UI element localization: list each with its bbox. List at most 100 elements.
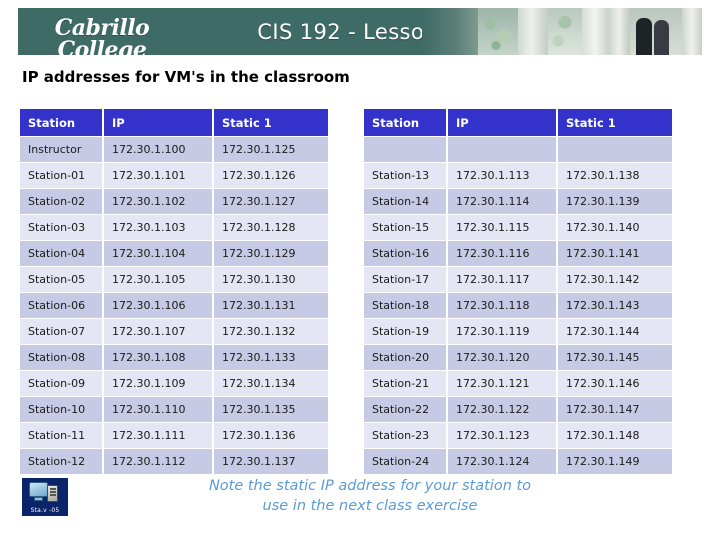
cell-station: Station-06 <box>20 293 102 318</box>
table-body-right: Station-13 172.30.1.113 172.30.1.138 Statio… <box>364 137 672 474</box>
column-header-static: Static 1 <box>558 109 672 136</box>
cell-ip: 172.30.1.122 <box>448 397 556 422</box>
table-row: Station-06 172.30.1.106 172.30.1.131 <box>20 293 328 318</box>
cell-ip: 172.30.1.105 <box>104 267 212 292</box>
cell-ip: 172.30.1.113 <box>448 163 556 188</box>
cell-static: 172.30.1.142 <box>558 267 672 292</box>
cell-station: Station-05 <box>20 267 102 292</box>
cell-ip: 172.30.1.115 <box>448 215 556 240</box>
banner-photo-collage <box>422 8 702 55</box>
cell-ip: 172.30.1.100 <box>104 137 212 162</box>
table-row: Station-02 172.30.1.102 172.30.1.127 <box>20 189 328 214</box>
cell-station: Station-14 <box>364 189 446 214</box>
column-header-station: Station <box>364 109 446 136</box>
table-head-right: Station IP Static 1 <box>364 109 672 136</box>
cell-static: 172.30.1.132 <box>214 319 328 344</box>
table-row: Station-08 172.30.1.108 172.30.1.133 <box>20 345 328 370</box>
vm-icon-label: Sta.v -05 <box>30 507 60 514</box>
header-banner: Cabrillo College est. 1959 CIS 192 - Les… <box>18 8 702 55</box>
table-row: Station-24 172.30.1.124 172.30.1.149 <box>364 449 672 474</box>
table-row: Station-15 172.30.1.115 172.30.1.140 <box>364 215 672 240</box>
cell-ip <box>448 137 556 162</box>
cell-static: 172.30.1.128 <box>214 215 328 240</box>
banner-photo-foliage-2 <box>548 8 582 55</box>
cell-ip: 172.30.1.109 <box>104 371 212 396</box>
table-header-row: Station IP Static 1 <box>20 109 328 136</box>
cell-static: 172.30.1.146 <box>558 371 672 396</box>
banner-photo-foliage-1 <box>478 8 518 55</box>
logo-name-text: Cabrillo College <box>54 15 150 55</box>
cell-static: 172.30.1.139 <box>558 189 672 214</box>
table-row: Station-10 172.30.1.110 172.30.1.135 <box>20 397 328 422</box>
cell-static: 172.30.1.145 <box>558 345 672 370</box>
cell-static: 172.30.1.133 <box>214 345 328 370</box>
column-header-ip: IP <box>448 109 556 136</box>
cell-static: 172.30.1.148 <box>558 423 672 448</box>
cell-static: 172.30.1.129 <box>214 241 328 266</box>
monitor-stand-icon <box>34 497 43 501</box>
cell-station <box>364 137 446 162</box>
table-row: Station-01 172.30.1.101 172.30.1.126 <box>20 163 328 188</box>
cell-station: Station-18 <box>364 293 446 318</box>
cell-ip: 172.30.1.108 <box>104 345 212 370</box>
cell-static: 172.30.1.136 <box>214 423 328 448</box>
cell-static: 172.30.1.135 <box>214 397 328 422</box>
cell-static: 172.30.1.137 <box>214 449 328 474</box>
cell-static: 172.30.1.143 <box>558 293 672 318</box>
table-row: Station-03 172.30.1.103 172.30.1.128 <box>20 215 328 240</box>
table-row: Station-20 172.30.1.120 172.30.1.145 <box>364 345 672 370</box>
cell-station: Instructor <box>20 137 102 162</box>
footer-note-line-2: use in the next class exercise <box>262 498 478 514</box>
table-row: Station-13 172.30.1.113 172.30.1.138 <box>364 163 672 188</box>
cell-ip: 172.30.1.121 <box>448 371 556 396</box>
cell-static <box>558 137 672 162</box>
cell-static: 172.30.1.134 <box>214 371 328 396</box>
cell-ip: 172.30.1.118 <box>448 293 556 318</box>
cell-ip: 172.30.1.111 <box>104 423 212 448</box>
cell-ip: 172.30.1.106 <box>104 293 212 318</box>
cell-ip: 172.30.1.119 <box>448 319 556 344</box>
cell-ip: 172.30.1.104 <box>104 241 212 266</box>
column-header-static: Static 1 <box>214 109 328 136</box>
cell-station: Station-09 <box>20 371 102 396</box>
monitor-icon <box>29 482 48 497</box>
table-row: Station-21 172.30.1.121 172.30.1.146 <box>364 371 672 396</box>
computer-tower-icon <box>47 485 58 502</box>
cell-station: Station-15 <box>364 215 446 240</box>
cell-static: 172.30.1.131 <box>214 293 328 318</box>
table-body-left: Instructor 172.30.1.100 172.30.1.125 Statio… <box>20 137 328 474</box>
cell-static: 172.30.1.127 <box>214 189 328 214</box>
cell-station: Station-23 <box>364 423 446 448</box>
cell-station: Station-03 <box>20 215 102 240</box>
cell-station: Station-02 <box>20 189 102 214</box>
table-row: Station-11 172.30.1.111 172.30.1.136 <box>20 423 328 448</box>
cell-station: Station-08 <box>20 345 102 370</box>
cell-station: Station-13 <box>364 163 446 188</box>
virtual-machine-icon[interactable]: Sta.v -05 <box>22 478 68 516</box>
cell-ip: 172.30.1.120 <box>448 345 556 370</box>
cell-ip: 172.30.1.116 <box>448 241 556 266</box>
cell-static: 172.30.1.140 <box>558 215 672 240</box>
ip-table-left: Station IP Static 1 Instructor 172.30.1.1… <box>18 108 330 475</box>
table-row: Station-04 172.30.1.104 172.30.1.129 <box>20 241 328 266</box>
cell-station: Station-04 <box>20 241 102 266</box>
cell-static: 172.30.1.126 <box>214 163 328 188</box>
cell-station: Station-16 <box>364 241 446 266</box>
banner-photo-people <box>630 8 682 55</box>
cell-station: Station-20 <box>364 345 446 370</box>
cell-ip: 172.30.1.107 <box>104 319 212 344</box>
cell-station: Station-22 <box>364 397 446 422</box>
cell-static: 172.30.1.138 <box>558 163 672 188</box>
cell-static: 172.30.1.149 <box>558 449 672 474</box>
cell-ip: 172.30.1.110 <box>104 397 212 422</box>
table-row: Instructor 172.30.1.100 172.30.1.125 <box>20 137 328 162</box>
cell-static: 172.30.1.141 <box>558 241 672 266</box>
cell-ip: 172.30.1.101 <box>104 163 212 188</box>
table-row: Station-12 172.30.1.112 172.30.1.137 <box>20 449 328 474</box>
cell-station: Station-24 <box>364 449 446 474</box>
table-row: Station-09 172.30.1.109 172.30.1.134 <box>20 371 328 396</box>
table-row: Station-16 172.30.1.116 172.30.1.141 <box>364 241 672 266</box>
cabrillo-college-logo: Cabrillo College est. 1959 <box>26 11 178 55</box>
cell-ip: 172.30.1.114 <box>448 189 556 214</box>
cell-station: Station-01 <box>20 163 102 188</box>
